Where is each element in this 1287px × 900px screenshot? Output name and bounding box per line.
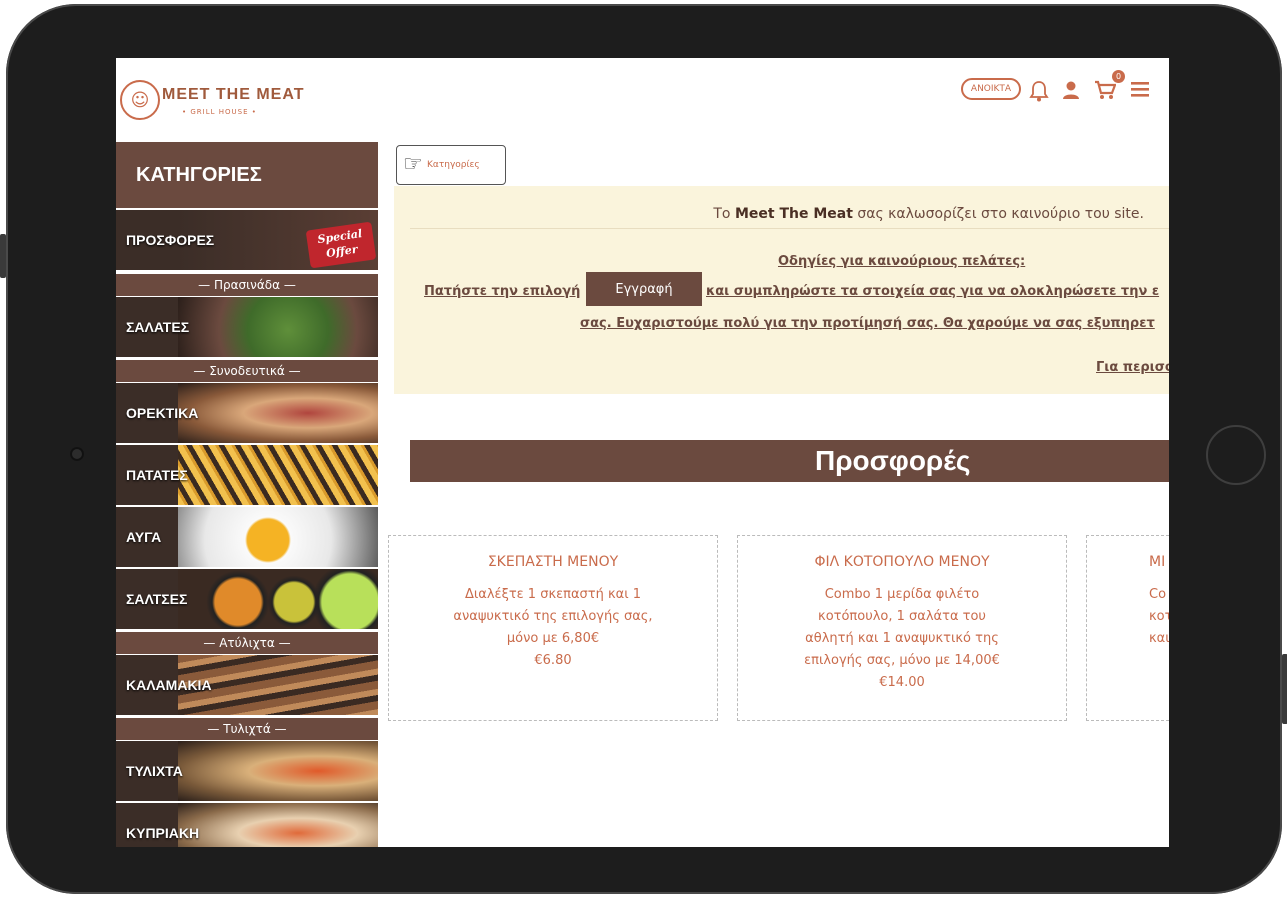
sidebar-item-sauces[interactable]: ΣΑΛΤΣΕΣ	[116, 569, 378, 629]
welcome-prefix: Το	[713, 206, 735, 222]
more-info-link[interactable]: Για περισσ	[1096, 360, 1169, 375]
welcome-suffix: σας καλωσορίζει στο καινούριο του site.	[852, 206, 1144, 222]
screen: ☺ MEET THE MEAT • GRILL HOUSE • ΑΝΟΙΚΤΑ …	[116, 58, 1169, 847]
offer-card[interactable]: ΣΚΕΠΑΣΤΗ ΜΕΝΟΥ Διαλέξτε 1 σκεπαστή και 1…	[388, 535, 718, 721]
hand-pointer-icon: ☞	[403, 152, 423, 177]
offer-title: ΜΙ	[1149, 554, 1166, 570]
instructions-text: και συμπληρώστε τα στοιχεία σας για να ο…	[706, 284, 1160, 299]
categories-button[interactable]: ☞ Κατηγορίες	[396, 145, 506, 185]
side-button	[1282, 654, 1287, 724]
cart-count-badge: 0	[1112, 70, 1125, 83]
home-button[interactable]	[1206, 425, 1266, 485]
sidebar-item-offers[interactable]: ΠΡΟΣΦΟΡΕΣ Special Offer	[116, 210, 378, 270]
offer-card[interactable]: ΜΙ Co κοτόπ και	[1086, 535, 1169, 721]
cart-icon[interactable]	[1094, 80, 1117, 105]
sidebar-item-eggs[interactable]: ΑΥΓΑ	[116, 507, 378, 567]
logo-icon[interactable]: ☺	[120, 80, 160, 120]
sidebar-item-label: ΚΥΠΡΙΑΚΗ	[126, 825, 200, 841]
section-label-unwrapped: — Ατύλιχτα —	[116, 632, 378, 654]
main-content: ☞ Κατηγορίες Το Meet The Meat σας καλωσο…	[378, 142, 1169, 847]
sidebar-item-label: ΟΡΕΚΤΙΚΑ	[126, 405, 199, 421]
sidebar-item-label: ΣΑΛΑΤΕΣ	[126, 319, 190, 335]
sidebar-item-label: ΚΑΛΑΜΑΚΙΑ	[126, 677, 212, 693]
brand-subtitle: • GRILL HOUSE •	[182, 108, 257, 116]
sidebar-item-fries[interactable]: ΠΑΤΑΤΕΣ	[116, 445, 378, 505]
bell-icon[interactable]	[1029, 80, 1049, 107]
offer-card[interactable]: ΦΙΛ ΚΟΤΟΠΟΥΛΟ ΜΕΝΟΥ Combo 1 μερίδα φιλέτ…	[737, 535, 1067, 721]
site-header: ☺ MEET THE MEAT • GRILL HOUSE • ΑΝΟΙΚΤΑ …	[116, 58, 1169, 143]
offer-description: Co κοτόπ και	[1149, 587, 1169, 646]
status-badge: ΑΝΟΙΚΤΑ	[961, 78, 1021, 100]
badge-line: Offer	[325, 242, 359, 261]
section-label-greens: — Πρασινάδα —	[116, 274, 378, 296]
offer-description: Διαλέξτε 1 σκεπαστή και 1 αναψυκτικό της…	[453, 587, 653, 646]
sidebar-item-label: ΤΥΛΙΧΤΑ	[126, 763, 183, 779]
sidebar-item-skewers[interactable]: ΚΑΛΑΜΑΚΙΑ	[116, 655, 378, 715]
register-button[interactable]: Εγγραφή	[586, 272, 702, 306]
offer-title: ΣΚΕΠΑΣΤΗ ΜΕΝΟΥ	[487, 554, 619, 570]
instructions-text: σας. Ευχαριστούμε πολύ για την προτίμησή…	[580, 316, 1155, 331]
section-label-sides: — Συνοδευτικά —	[116, 360, 378, 382]
welcome-brand: Meet The Meat	[734, 206, 853, 222]
offer-description: Combo 1 μερίδα φιλέτο κοτόπουλο, 1 σαλάτ…	[804, 587, 1000, 668]
welcome-message: Το Meet The Meat σας καλωσορίζει στο και…	[394, 206, 1144, 222]
sidebar-item-label: ΣΑΛΤΣΕΣ	[126, 591, 188, 607]
offer-price: €6.80	[534, 653, 572, 668]
categories-title: ΚΑΤΗΓΟΡΙΕΣ	[116, 142, 378, 208]
category-sidebar: ΚΑΤΗΓΟΡΙΕΣ ΠΡΟΣΦΟΡΕΣ Special Offer — Πρα…	[116, 142, 378, 847]
sidebar-item-cypriot[interactable]: ΚΥΠΡΙΑΚΗ	[116, 803, 378, 847]
camera-icon	[70, 447, 84, 461]
divider	[410, 228, 1169, 229]
offer-title: ΦΙΛ ΚΟΤΟΠΟΥΛΟ ΜΕΝΟΥ	[814, 554, 990, 570]
welcome-notice: Το Meet The Meat σας καλωσορίζει στο και…	[394, 186, 1169, 394]
sidebar-item-label: ΑΥΓΑ	[126, 529, 162, 545]
offers-heading: Προσφορές	[410, 440, 1169, 482]
brand-name[interactable]: MEET THE MEAT	[162, 86, 304, 104]
offer-price: €14.00	[879, 675, 925, 690]
sidebar-item-salads[interactable]: ΣΑΛΑΤΕΣ	[116, 297, 378, 357]
instructions-text: Πατήστε την επιλογή	[424, 284, 581, 299]
hamburger-menu-icon[interactable]	[1130, 80, 1150, 103]
sidebar-item-label: ΠΑΤΑΤΕΣ	[126, 467, 188, 483]
instructions-title: Οδηγίες για καινούριους πελάτες:	[778, 254, 1026, 269]
sidebar-item-label: ΠΡΟΣΦΟΡΕΣ	[126, 232, 215, 248]
sidebar-item-appetizers[interactable]: ΟΡΕΚΤΙΚΑ	[116, 383, 378, 443]
categories-button-label: Κατηγορίες	[427, 160, 480, 170]
side-button	[0, 234, 6, 278]
section-label-wrapped: — Τυλιχτά —	[116, 718, 378, 740]
sidebar-item-wraps[interactable]: ΤΥΛΙΧΤΑ	[116, 741, 378, 801]
user-icon[interactable]	[1062, 80, 1080, 105]
